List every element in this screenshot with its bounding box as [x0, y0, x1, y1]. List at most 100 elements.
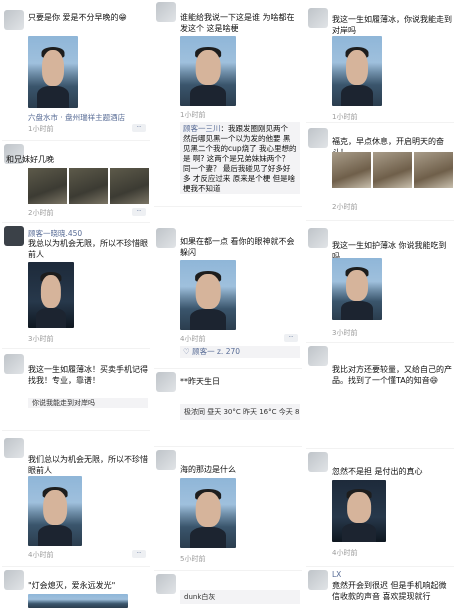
avatar[interactable]	[4, 10, 24, 30]
thumb[interactable]	[414, 152, 453, 188]
photo-subject-coat	[190, 85, 226, 106]
photo-subject-coat	[341, 85, 373, 106]
post-photo[interactable]	[180, 260, 236, 330]
photo-subject-face	[195, 274, 221, 309]
photo-subject-coat	[341, 301, 373, 320]
avatar[interactable]	[156, 372, 176, 392]
post-text: 我总以为机会无限，所以不珍惜眼前人	[28, 239, 148, 259]
post-text: 我这一生如履薄冰！买卖手机记得找我！专业，靠谱！	[28, 365, 148, 385]
post-time: 2小时前	[28, 209, 54, 217]
post-text: 忽然不是担 是付出的真心	[332, 467, 423, 476]
avatar[interactable]	[4, 438, 24, 458]
post-photo[interactable]	[180, 478, 236, 548]
more-button[interactable]: ··	[132, 124, 146, 132]
post-text: 我们总以为机会无限，所以不珍惜眼前人	[28, 455, 148, 475]
moment-post: 忽然不是担 是付出的真心 4小时前	[306, 452, 454, 560]
moment-post: 我们总以为机会无限，所以不珍惜眼前人 4小时前 ··	[2, 434, 150, 562]
post-photo[interactable]	[28, 594, 128, 608]
moment-post: 海的那边是什么 5小时前	[154, 450, 302, 566]
photo-grid[interactable]	[332, 152, 453, 188]
divider	[306, 342, 454, 343]
moment-post: dunk白灰	[154, 574, 302, 608]
photo-subject-face	[195, 50, 221, 85]
post-text: "灯会熄灭，爱永远发光"	[28, 581, 116, 590]
post-time: 3小时前	[332, 329, 358, 337]
avatar[interactable]	[156, 2, 176, 22]
moment-post: **昨天生日 极浓同 昼天 30°C 昨天 16°C 今天 8°C...	[154, 372, 302, 424]
avatar[interactable]	[308, 128, 328, 148]
thumb[interactable]	[28, 168, 67, 204]
divider	[2, 348, 150, 349]
post-photo[interactable]	[332, 36, 382, 106]
likes-names: 顾客一 z. 270	[192, 347, 241, 356]
post-photo[interactable]	[332, 258, 382, 320]
avatar[interactable]	[308, 8, 328, 28]
more-button[interactable]: ··	[132, 208, 146, 216]
comment-box[interactable]: 顾客一三川：我跟发圈刚见两个 然后哪见黑一个以为发的他要 黑见黑二个我的cup烧…	[180, 122, 300, 194]
divider	[154, 570, 302, 571]
divider	[2, 430, 150, 431]
photo-subject-coat	[37, 525, 73, 546]
post-photo[interactable]	[28, 36, 78, 108]
moment-post: 我这一生如履薄冰！买卖手机记得找我！专业，靠谱！ 你说我能走到对岸吗	[2, 352, 150, 422]
avatar[interactable]	[308, 228, 328, 248]
post-time: 3小时前	[28, 335, 54, 343]
post-photo[interactable]	[28, 262, 74, 328]
moment-post: 我这一生如护薄冰 你说我能吃到吗 3小时前	[306, 228, 454, 340]
post-photo[interactable]	[28, 476, 82, 546]
shared-link[interactable]: 你说我能走到对岸吗	[28, 398, 148, 408]
divider	[154, 206, 302, 207]
comment-text: ：我跟发圈刚见两个 然后哪见黑一个以为发的他要 黑见黑二个我的cup烧了 我心里…	[183, 124, 297, 193]
post-text: **昨天生日	[180, 377, 220, 386]
moment-post: 顾客一晓晓.450 我总以为机会无限，所以不珍惜眼前人 3小时前	[2, 226, 150, 344]
post-text: 海的那边是什么	[180, 465, 236, 474]
thumb[interactable]	[332, 152, 371, 188]
likes-bar[interactable]: ♡ 顾客一 z. 270	[180, 346, 300, 358]
post-text: 如果在都一点 看你的眼神就不会躲闪	[180, 237, 295, 257]
avatar[interactable]	[156, 450, 176, 470]
moment-post: 只要是你 爱是不分早晚的😁 六盘水市 · 盘州瑞祥主题酒店 1小时前 ··	[2, 6, 150, 136]
avatar[interactable]	[308, 570, 328, 590]
post-author[interactable]: LX	[332, 570, 341, 579]
thumb[interactable]	[110, 168, 149, 204]
avatar[interactable]	[156, 574, 176, 594]
location-link[interactable]: 六盘水市 · 盘州瑞祥主题酒店	[28, 112, 125, 123]
post-time: 1小时前	[28, 125, 54, 133]
post-photo[interactable]	[332, 480, 386, 542]
avatar[interactable]	[308, 452, 328, 472]
avatar[interactable]	[308, 346, 328, 366]
feed-column-2: 谁能给我说一下这是谁 为啥都在发这个 这是啥梗 1小时前 顾客一三川：我跟发圈刚…	[154, 0, 302, 608]
moment-post: "灯会熄灭，爱永远发光"	[2, 570, 150, 608]
feed-column-3: 我这一生如履薄冰，你说我能走到对岸吗 1小时前 福克，早点休息，开启明天的奋斗！…	[306, 0, 454, 608]
post-text: 竟然开会到很迟 但是手机响起微信收款的声音 喜欢提现就行	[332, 581, 447, 601]
divider	[2, 566, 150, 567]
photo-grid[interactable]	[28, 168, 149, 204]
avatar[interactable]	[4, 226, 24, 246]
avatar[interactable]	[4, 570, 24, 590]
post-time: 4小时前	[332, 549, 358, 557]
shared-link[interactable]: dunk白灰	[180, 590, 300, 604]
thumb[interactable]	[69, 168, 108, 204]
avatar[interactable]	[156, 228, 176, 248]
photo-subject-face	[40, 275, 62, 309]
post-photo[interactable]	[180, 36, 236, 106]
divider	[306, 220, 454, 221]
more-button[interactable]: ··	[284, 334, 298, 342]
post-time: 4小时前	[180, 335, 206, 343]
post-time: 2小时前	[332, 203, 358, 211]
photo-subject-face	[346, 50, 368, 85]
photo-subject-face	[42, 50, 64, 87]
photo-subject-coat	[190, 309, 226, 330]
post-time: 1小时前	[332, 113, 358, 121]
photo-subject-face	[195, 492, 221, 527]
post-time: 5小时前	[180, 555, 206, 563]
comment-author[interactable]: 顾客一三川	[183, 124, 221, 133]
shared-link[interactable]: 极浓同 昼天 30°C 昨天 16°C 今天 8°C...	[180, 404, 300, 420]
divider	[306, 566, 454, 567]
post-text: 我这一生如履薄冰，你说我能走到对岸吗	[332, 15, 452, 35]
photo-subject-face	[347, 492, 371, 524]
divider	[2, 140, 150, 141]
thumb[interactable]	[373, 152, 412, 188]
avatar[interactable]	[4, 354, 24, 374]
more-button[interactable]: ··	[132, 550, 146, 558]
